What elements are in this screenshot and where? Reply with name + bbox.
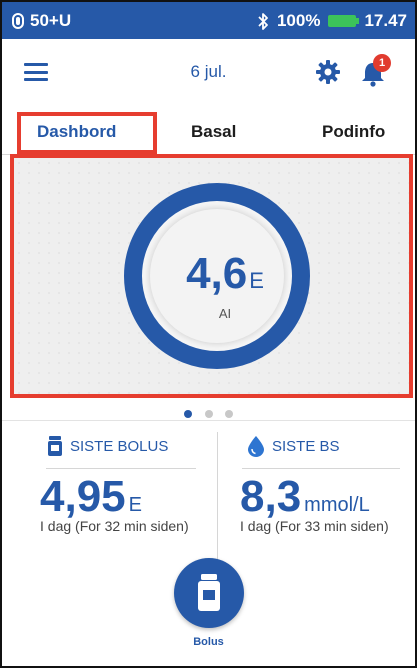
iob-value-row: 4,6E: [150, 249, 300, 299]
bolus-button-label[interactable]: Bolus: [2, 636, 415, 648]
tab-basal[interactable]: Basal: [191, 122, 236, 142]
app-header: 6 jul. 1: [2, 39, 415, 105]
last-bolus-time: I dag (For 32 min siden): [40, 518, 189, 534]
app-frame: 50+U 100% 17.47 6 jul. 1 Dashbord Basal …: [0, 0, 417, 668]
last-bolus-value-row: 4,95 E: [40, 472, 142, 522]
bolus-button[interactable]: [174, 558, 244, 628]
insulin-on-board-ring: 4,6E AI: [124, 183, 310, 369]
status-right: 100% 17.47: [257, 11, 407, 31]
pod-status: 50+U: [12, 11, 71, 31]
bluetooth-icon: [258, 12, 268, 30]
last-bg-value-row: 8,3 mmol/L: [240, 472, 370, 522]
pod-icon: [12, 13, 24, 29]
section-divider: [2, 420, 415, 421]
last-bolus-rule: [46, 468, 196, 469]
last-bg-title: SISTE BS: [272, 438, 340, 455]
last-bolus-header: SISTE BOLUS: [48, 436, 168, 456]
battery-icon: [328, 15, 360, 27]
iob-unit: E: [249, 268, 264, 293]
header-date: 6 jul.: [190, 62, 227, 81]
status-bar: 50+U 100% 17.47: [2, 2, 415, 39]
blood-drop-icon: [248, 436, 264, 457]
panel-divider: [217, 432, 218, 560]
last-bolus-value: 4,95: [40, 472, 126, 521]
insulin-vial-icon: [48, 436, 62, 456]
notification-badge: 1: [373, 54, 391, 72]
page-dot-2[interactable]: [204, 410, 213, 418]
pod-status-text: 50+U: [30, 11, 72, 30]
insulin-on-board-display: 4,6E AI: [150, 209, 284, 343]
last-bolus-unit: E: [128, 494, 142, 516]
page-dot-3[interactable]: [224, 410, 233, 418]
tab-highlight-box: [17, 112, 157, 154]
iob-value: 4,6: [186, 249, 248, 298]
last-bolus-title: SISTE BOLUS: [70, 437, 169, 455]
insulin-vial-icon: [198, 574, 220, 611]
tab-podinfo[interactable]: Podinfo: [322, 122, 385, 142]
dashboard-panel[interactable]: 4,6E AI: [10, 154, 413, 398]
last-bg-header: SISTE BS: [248, 436, 340, 457]
gear-icon[interactable]: [315, 59, 341, 85]
last-bg-value: 8,3: [240, 472, 302, 521]
iob-label: AI: [218, 306, 232, 321]
last-bg-time: I dag (For 33 min siden): [240, 518, 389, 534]
battery-percent: 100%: [276, 11, 321, 30]
clock: 17.47: [364, 11, 407, 30]
page-dot-1[interactable]: [184, 410, 193, 418]
last-bg-unit: mmol/L: [304, 494, 370, 516]
last-bg-rule: [242, 468, 400, 469]
